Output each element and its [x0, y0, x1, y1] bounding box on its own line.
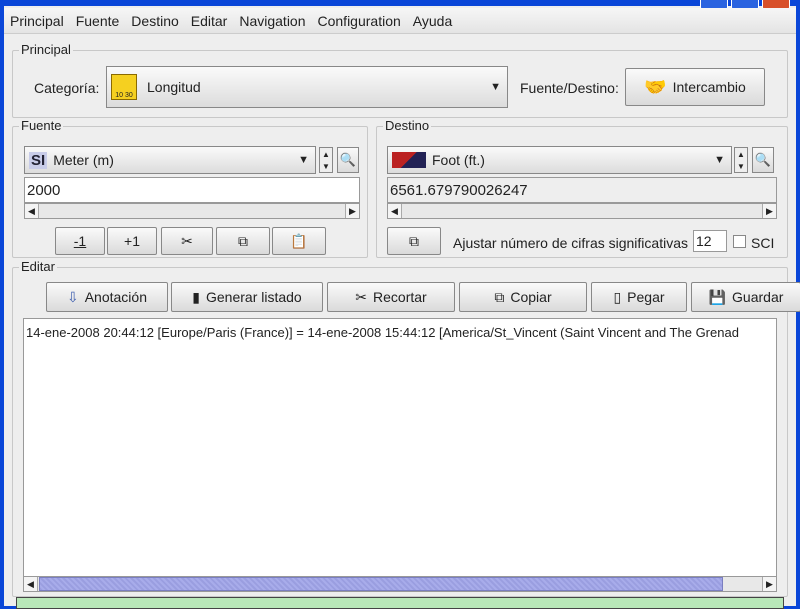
target-unit-combo[interactable]: Foot (ft.) ▼	[387, 146, 732, 174]
ruler-icon: 10 30	[111, 74, 137, 100]
increment-button[interactable]: +1	[107, 227, 157, 255]
group-title: Destino	[383, 118, 432, 133]
button-label: Pegar	[627, 289, 665, 305]
log-textarea[interactable]: 14-ene-2008 20:44:12 [Europe/Paris (Fran…	[23, 318, 777, 578]
clipboard-icon: 📋	[290, 232, 308, 249]
clipboard-icon: ▯	[613, 288, 622, 305]
copy-button[interactable]: ⧉	[216, 227, 270, 255]
destino-group: Destino Foot (ft.) ▼ ▲ ▼ 🔍 6561.679790026…	[376, 118, 788, 258]
button-label: Copiar	[510, 289, 552, 305]
main-window: Principal Fuente Destino Editar Navigati…	[4, 0, 800, 609]
scissors-icon: ✂	[355, 288, 368, 305]
arrow-down-icon: ⇩	[66, 288, 79, 305]
save-button[interactable]: 💾 Guardar	[691, 282, 800, 312]
sci-label: SCI	[751, 235, 775, 251]
scrollbar-thumb[interactable]	[39, 577, 723, 591]
category-label: Categoría:	[34, 80, 100, 96]
group-title: Editar	[19, 259, 57, 274]
log-scrollbar[interactable]: ◀ ▶	[23, 576, 777, 592]
menu-navigation[interactable]: Navigation	[239, 13, 305, 29]
principal-group: Principal Categoría: 10 30 Longitud ▼ Fu…	[12, 42, 788, 118]
sig-figs-input[interactable]: 12	[693, 230, 727, 252]
source-unit-value: Meter (m)	[53, 152, 114, 168]
chevron-down-icon: ▼	[298, 154, 309, 166]
copy-button[interactable]: ⧉ Copiar	[459, 282, 587, 312]
swap-button-label: Intercambio	[672, 79, 746, 95]
swap-label: Fuente/Destino:	[520, 80, 619, 96]
annotation-button[interactable]: ⇩ Anotación	[46, 282, 168, 312]
paste-button[interactable]: ▯ Pegar	[591, 282, 687, 312]
menu-destino[interactable]: Destino	[131, 13, 178, 29]
group-title: Fuente	[19, 118, 64, 133]
status-bar	[16, 597, 784, 609]
category-combo[interactable]: 10 30 Longitud ▼	[106, 66, 508, 108]
si-icon: SI	[29, 151, 48, 169]
copy-icon: ⧉	[494, 288, 505, 305]
menu-bar: Principal Fuente Destino Editar Navigati…	[4, 8, 796, 34]
editar-group: Editar ⇩ Anotación ▮ Generar listado ✂ Reco…	[12, 259, 800, 597]
category-value: Longitud	[147, 79, 201, 95]
menu-configuration[interactable]: Configuration	[318, 13, 401, 29]
target-unit-spinner[interactable]: ▲ ▼	[734, 147, 748, 173]
copy-result-button[interactable]: ⧉	[387, 227, 441, 255]
source-value-input[interactable]: 2000	[24, 177, 360, 203]
decrement-label: -1	[73, 233, 87, 249]
chevron-down-icon: ▼	[714, 154, 725, 166]
increment-label: +1	[124, 233, 140, 249]
button-label: Generar listado	[206, 289, 302, 305]
copy-icon: ⧉	[409, 232, 419, 249]
menu-fuente[interactable]: Fuente	[76, 13, 120, 29]
generate-list-button[interactable]: ▮ Generar listado	[171, 282, 323, 312]
swap-button[interactable]: 🤝 Intercambio	[625, 68, 765, 106]
cut-button[interactable]: ✂ Recortar	[327, 282, 455, 312]
menu-ayuda[interactable]: Ayuda	[413, 13, 452, 29]
handshake-icon: 🤝	[644, 76, 667, 97]
source-scrollbar[interactable]: ◀ ▶	[24, 203, 360, 219]
button-label: Anotación	[84, 289, 147, 305]
paste-button[interactable]: 📋	[272, 227, 326, 255]
decrement-button[interactable]: -1	[55, 227, 105, 255]
log-entry: 14-ene-2008 20:44:12 [Europe/Paris (Fran…	[26, 325, 739, 340]
floppy-icon: 💾	[708, 288, 727, 305]
fuente-group: Fuente SI Meter (m) ▼ ▲ ▼ 🔍 2000 ◀ ▶ -1 +1…	[12, 118, 368, 258]
flag-icon	[392, 152, 426, 168]
button-label: Guardar	[732, 289, 784, 305]
cut-button[interactable]: ✂	[161, 227, 213, 255]
sci-checkbox[interactable]	[733, 235, 746, 248]
search-button[interactable]: 🔍	[337, 147, 359, 173]
target-unit-value: Foot (ft.)	[432, 152, 485, 168]
notebook-icon: ▮	[192, 288, 200, 305]
target-value-output[interactable]: 6561.679790026247	[387, 177, 777, 203]
menu-editar[interactable]: Editar	[191, 13, 228, 29]
sig-figs-label: Ajustar número de cifras significativas	[453, 235, 688, 251]
button-label: Recortar	[373, 289, 427, 305]
scissors-icon: ✂	[181, 232, 193, 249]
search-icon: 🔍	[339, 152, 357, 167]
group-title: Principal	[19, 42, 73, 57]
source-unit-combo[interactable]: SI Meter (m) ▼	[24, 146, 316, 174]
menu-principal[interactable]: Principal	[10, 13, 64, 29]
search-icon: 🔍	[754, 152, 772, 167]
copy-icon: ⧉	[238, 232, 248, 249]
target-scrollbar[interactable]: ◀ ▶	[387, 203, 777, 219]
search-button[interactable]: 🔍	[752, 147, 774, 173]
source-unit-spinner[interactable]: ▲ ▼	[319, 147, 333, 173]
chevron-down-icon: ▼	[490, 81, 501, 93]
